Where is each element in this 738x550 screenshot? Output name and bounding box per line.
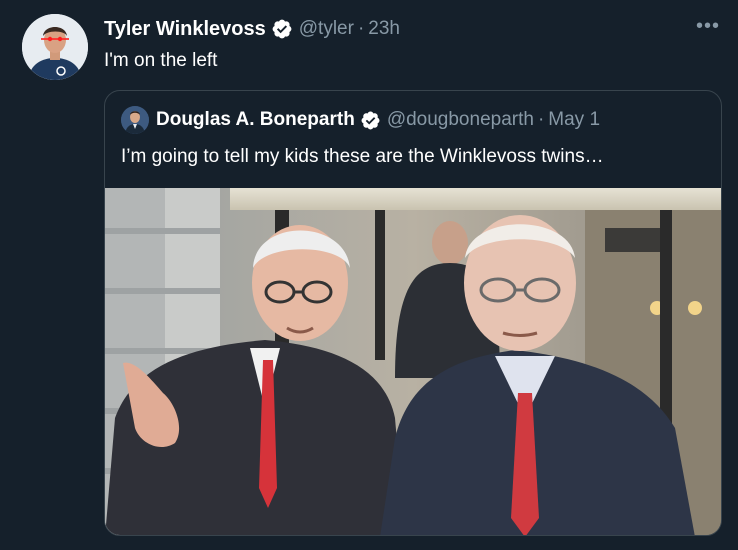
tweet[interactable]: Tyler Winklevoss @tyler · 23h ••• I'm on… [0, 0, 738, 550]
verified-badge-icon [360, 110, 381, 131]
separator-dot: · [357, 18, 365, 39]
quoted-author-name[interactable]: Douglas A. Boneparth [156, 109, 355, 131]
avatar-image [22, 14, 88, 80]
tweet-time[interactable]: 23h [368, 18, 400, 40]
quoted-tweet[interactable]: Douglas A. Boneparth @dougboneparth · Ma… [104, 90, 722, 536]
quoted-tweet-text: I’m going to tell my kids these are the … [121, 146, 604, 167]
quoted-tweet-photo[interactable] [105, 188, 721, 535]
quoted-author-avatar[interactable] [121, 106, 149, 134]
quoted-avatar-image [121, 106, 149, 134]
quoted-author-handle[interactable]: @dougboneparth [387, 109, 534, 131]
author-avatar[interactable] [22, 14, 88, 80]
quoted-tweet-time[interactable]: May 1 [548, 109, 600, 131]
quoted-tweet-header: Douglas A. Boneparth @dougboneparth · Ma… [121, 106, 600, 134]
author-handle[interactable]: @tyler [299, 18, 354, 40]
more-horizontal-icon[interactable]: ••• [696, 16, 720, 36]
author-name[interactable]: Tyler Winklevoss [104, 18, 266, 41]
tweet-header: Tyler Winklevoss @tyler · 23h [104, 14, 400, 44]
photo-two-men-golf-cart [105, 188, 721, 535]
separator-dot: · [537, 109, 545, 130]
verified-badge-icon [271, 18, 293, 40]
tweet-text: I'm on the left [104, 50, 218, 71]
